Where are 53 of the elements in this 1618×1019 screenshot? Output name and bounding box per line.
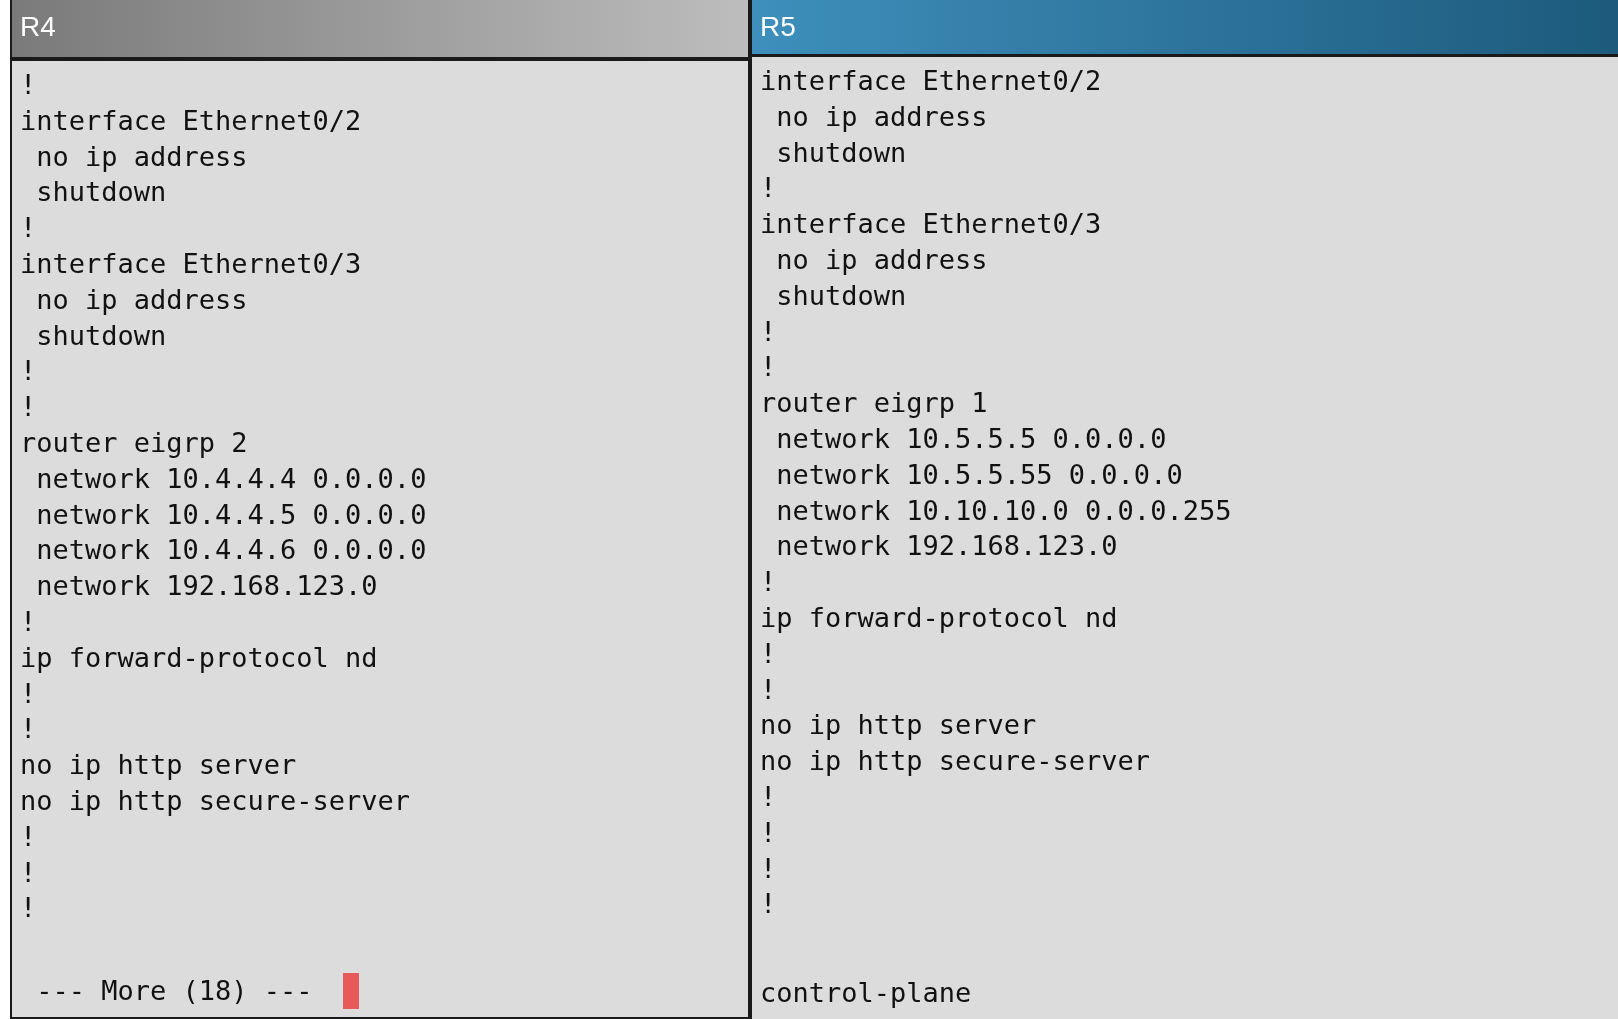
config-line: ip forward-protocol nd [760,600,1118,635]
config-line: network 192.168.123.0 [35,569,378,604]
config-line: router eigrp 2 [20,425,248,460]
config-line: no ip address [35,282,248,317]
config-line: no ip http secure-server [20,783,411,818]
config-line: ! [760,636,777,671]
config-line: no ip http secure-server [760,744,1151,779]
config-line: network 10.5.5.5 0.0.0.0 [775,421,1167,456]
config-line: no ip address [775,99,988,134]
config-line: ! [760,779,777,814]
config-line: no ip address [35,139,248,174]
config-line: control-plane [760,976,972,1011]
config-line: no ip address [775,243,988,277]
config-line: ! [20,676,37,711]
config-line: ! [760,314,777,349]
config-line: interface Ethernet0/3 [20,247,362,281]
config-line: network 10.5.5.55 0.0.0.0 [775,457,1183,492]
cursor-icon [342,973,359,1009]
config-line: ! [760,672,777,707]
config-line: interface Ethernet0/2 [760,64,1102,98]
config-line: network 10.4.4.6 0.0.0.0 [35,533,427,568]
config-line: ! [760,350,777,385]
config-line: ! [20,68,37,102]
config-line: ! [20,855,37,890]
config-line: ! [760,815,777,850]
config-line: shutdown [35,318,167,353]
config-line: ! [20,354,37,389]
config-line: shutdown [775,278,907,313]
config-line: shutdown [35,175,167,210]
config-line: shutdown [775,135,907,170]
pane-title: R5 [752,0,1618,57]
config-line: no ip http server [20,748,297,783]
more-prompt: --- More (18) --- [35,974,314,1008]
pane-title: R4 [12,0,748,61]
config-line: ! [20,712,37,747]
config-line: ! [20,390,37,425]
config-line: ! [760,851,777,886]
config-line: ! [760,171,777,206]
config-line: ! [760,887,777,922]
config-line: ! [760,565,777,600]
config-line: ! [20,211,37,246]
config-line: ! [20,891,37,926]
config-line: router eigrp 1 [760,386,988,421]
config-line: network 10.4.4.4 0.0.0.0 [35,461,427,496]
config-line: no ip http server [760,708,1037,743]
config-line: ip forward-protocol nd [20,640,378,675]
config-line: network 192.168.123.0 [775,529,1118,564]
config-line: network 10.10.10.0 0.0.0.255 [775,493,1232,528]
config-line: interface Ethernet0/3 [760,207,1102,242]
config-line: ! [20,604,37,639]
config-line: ! [20,819,37,854]
config-line: interface Ethernet0/2 [20,103,362,138]
config-line: network 10.4.4.5 0.0.0.0 [35,497,427,532]
